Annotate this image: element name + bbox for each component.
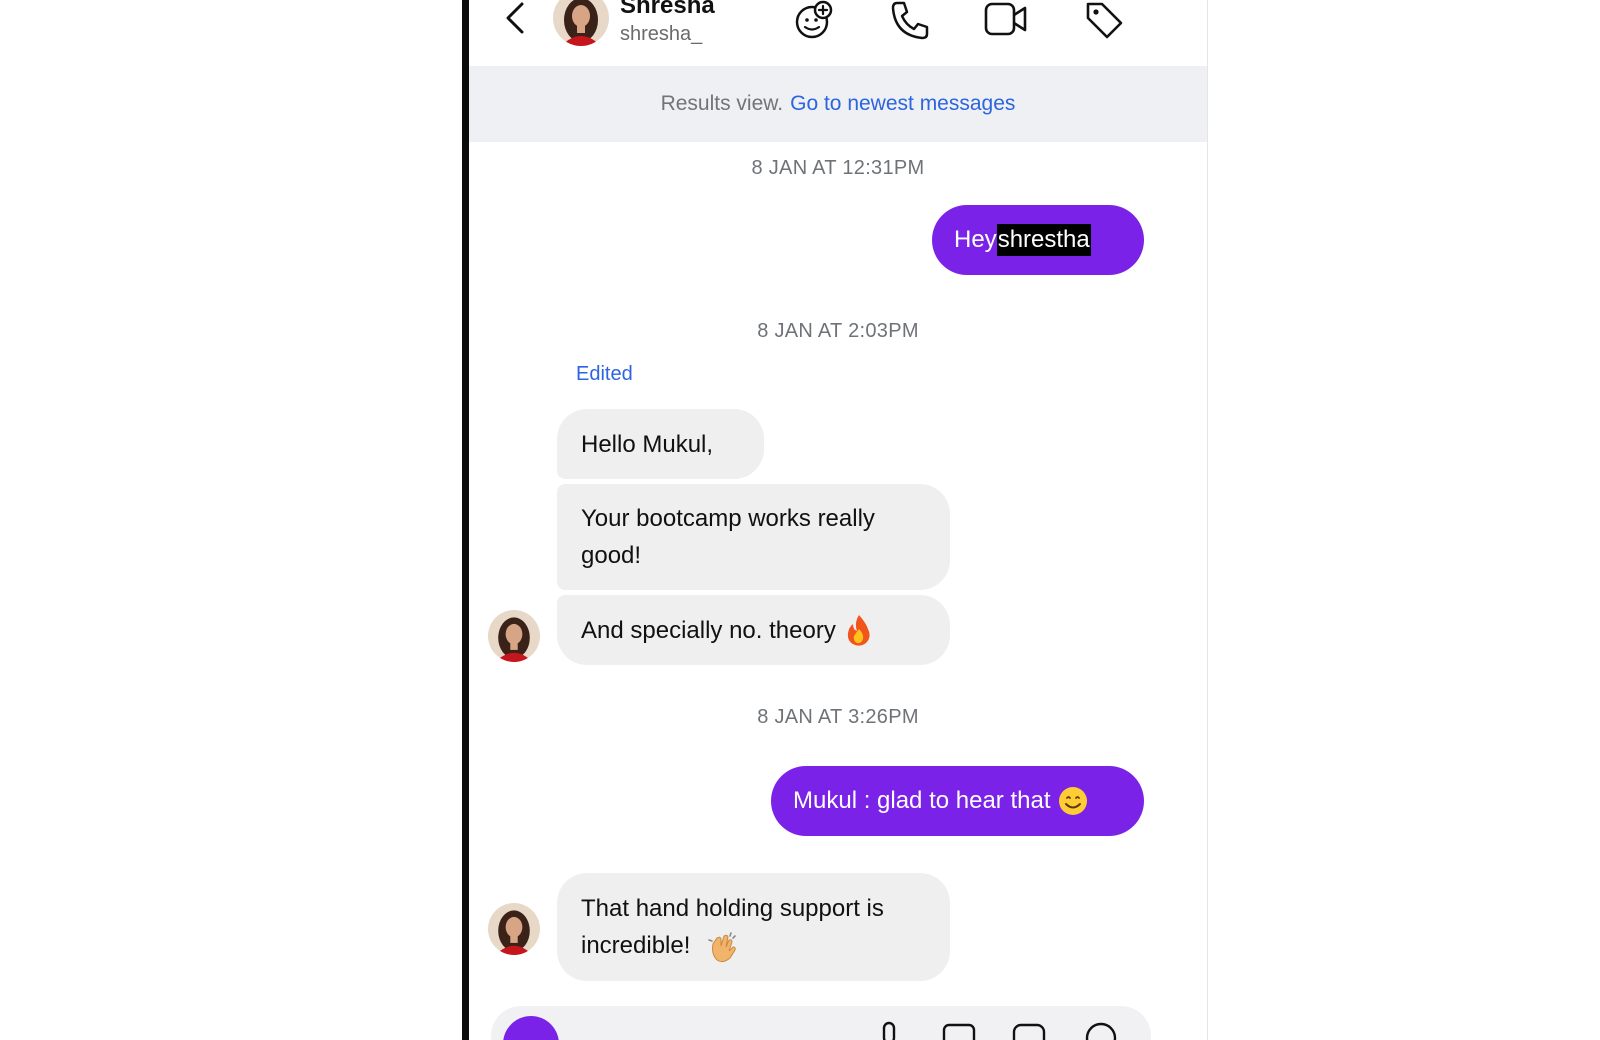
- voice-call-button[interactable]: [887, 0, 933, 43]
- incoming-message[interactable]: That hand holding support is incredible!: [557, 873, 950, 981]
- sender-avatar[interactable]: [488, 903, 540, 955]
- go-to-newest-link[interactable]: Go to newest messages: [790, 92, 1015, 116]
- video-call-button[interactable]: [983, 0, 1029, 43]
- timestamp: 8 JAN AT 3:26PM: [757, 706, 919, 728]
- chat-header: Shresha shresha_: [469, 0, 1207, 66]
- message-composer[interactable]: [491, 1006, 1151, 1040]
- add-icon[interactable]: [1083, 1020, 1119, 1040]
- add-reaction-icon: [795, 0, 833, 39]
- edited-label[interactable]: Edited: [576, 363, 633, 386]
- highlighted-search-term: shrestha: [996, 224, 1091, 256]
- tag-button[interactable]: [1081, 0, 1127, 43]
- results-view-label: Results view.: [660, 92, 784, 115]
- smiling-emoji-icon: [1059, 787, 1088, 815]
- message-text: Hey: [954, 226, 997, 253]
- contact-avatar[interactable]: [553, 0, 609, 46]
- incoming-message[interactable]: And specially no. theory: [557, 595, 950, 665]
- incoming-message[interactable]: Hello Mukul,: [557, 409, 764, 479]
- message-text: Hello Mukul,: [581, 430, 714, 458]
- incoming-message[interactable]: Your bootcamp works really good!: [557, 484, 950, 590]
- clapping-hands-emoji-icon: [708, 931, 736, 962]
- microphone-icon[interactable]: [871, 1020, 907, 1040]
- contact-handle: shresha_: [620, 23, 703, 45]
- fire-emoji-icon: [847, 615, 870, 646]
- timestamp: 8 JAN AT 12:31PM: [751, 157, 925, 179]
- add-reaction-button[interactable]: [791, 0, 837, 43]
- message-text: Mukul : glad to hear that: [793, 787, 1051, 814]
- sticker-icon[interactable]: [1011, 1020, 1047, 1040]
- video-camera-icon: [984, 2, 1027, 36]
- sender-avatar[interactable]: [488, 610, 540, 662]
- contact-name[interactable]: Shresha: [620, 0, 715, 20]
- tag-icon: [1086, 2, 1123, 39]
- message-text: And specially no. theory: [581, 616, 836, 644]
- outgoing-message[interactable]: Hey shrestha: [932, 205, 1144, 275]
- message-text: Your bootcamp works really good!: [581, 505, 875, 569]
- back-button[interactable]: [499, 0, 533, 40]
- outgoing-message[interactable]: Mukul : glad to hear that: [771, 766, 1144, 836]
- timestamp: 8 JAN AT 2:03PM: [757, 320, 919, 342]
- gallery-icon[interactable]: [941, 1020, 977, 1040]
- phone-icon: [891, 1, 929, 40]
- chat-screen: Shresha shresha_ Results view. Go to new…: [462, 0, 1208, 1040]
- results-view-banner: Results view. Go to newest messages: [469, 66, 1207, 142]
- camera-button[interactable]: [503, 1016, 559, 1040]
- back-chevron-icon: [506, 2, 524, 34]
